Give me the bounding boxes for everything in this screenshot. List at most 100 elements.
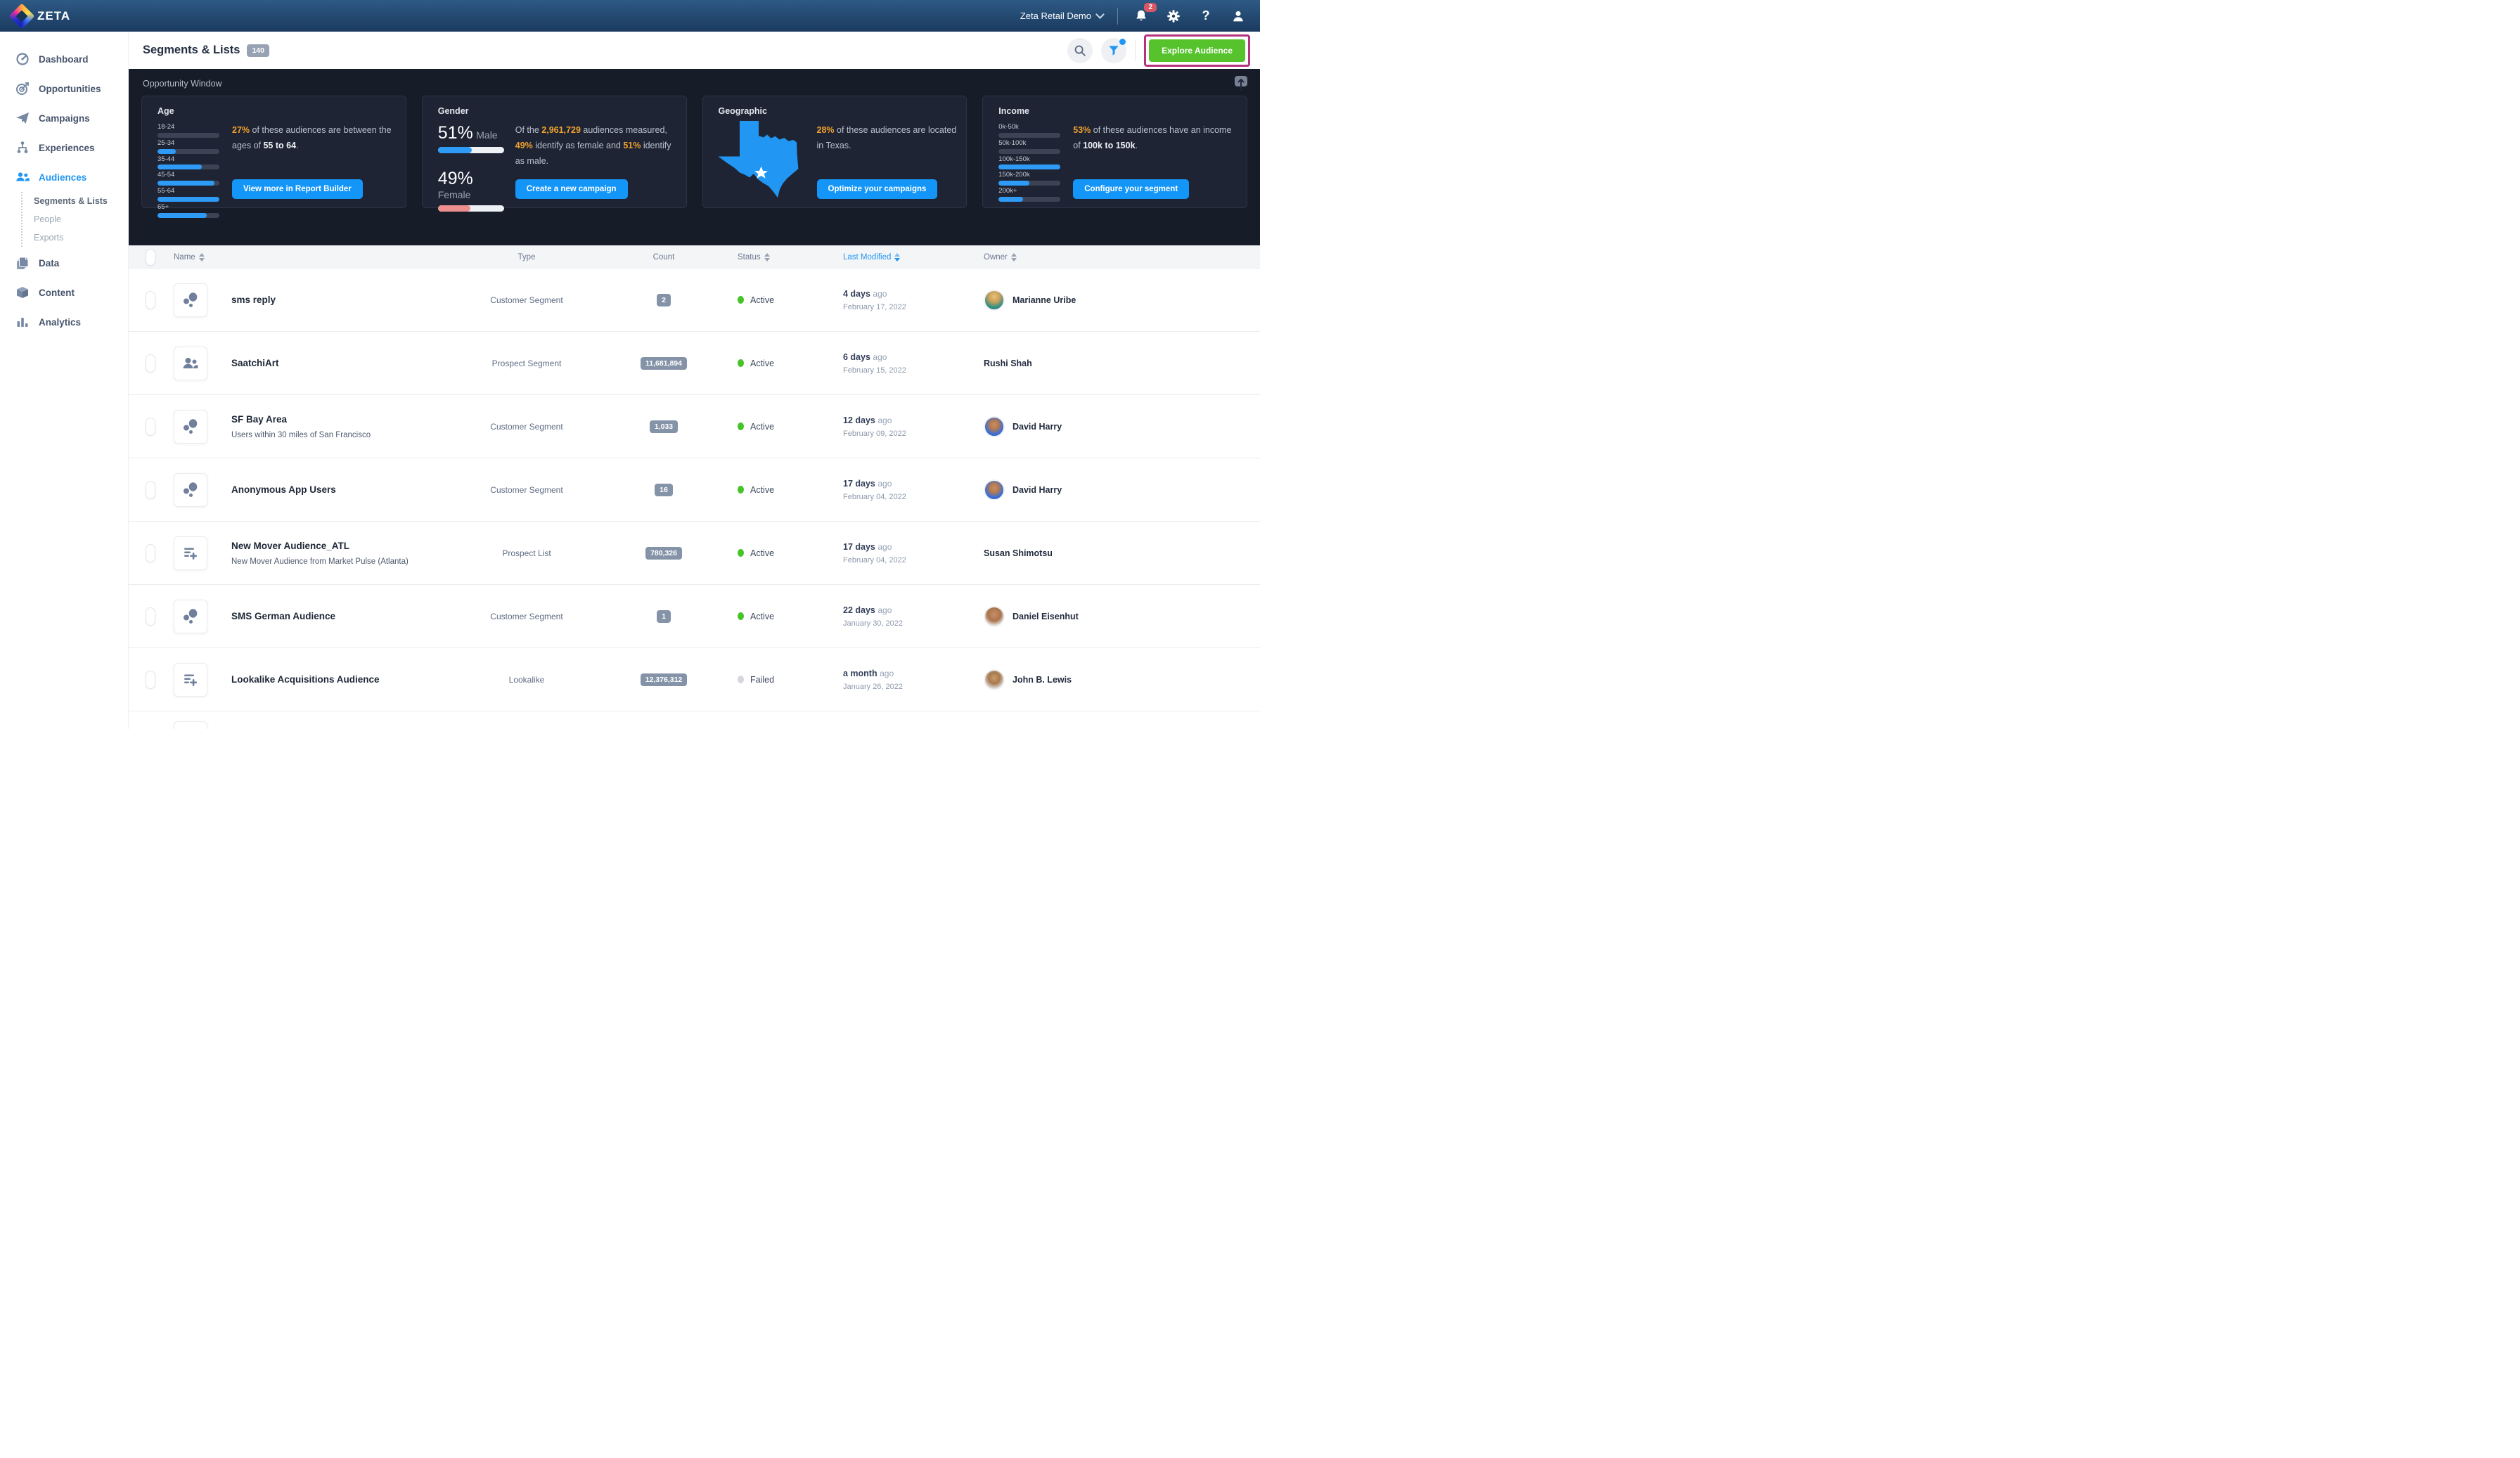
age-card-title: Age: [158, 106, 174, 116]
top-navbar: ZETA Zeta Retail Demo 2 ?: [0, 0, 1260, 32]
collapse-panel-button[interactable]: [1233, 75, 1249, 91]
dashboard-gauge-icon: [15, 52, 30, 66]
status-dot: [738, 486, 744, 493]
filter-funnel-icon: [1109, 45, 1119, 56]
page-title: Segments & Lists: [143, 44, 240, 56]
table-row[interactable]: sms reply Customer Segment 2 Active 4 da…: [129, 269, 1260, 332]
experiences-flow-icon: [15, 141, 30, 155]
gender-card-title: Gender: [437, 106, 469, 116]
row-checkbox[interactable]: [146, 670, 155, 689]
row-checkbox[interactable]: [146, 480, 155, 499]
table-row[interactable]: New Mover Audience_ATL New Mover Audience…: [129, 522, 1260, 585]
male-bar-fill: [437, 147, 472, 153]
male-label: Male: [476, 129, 498, 141]
table-row[interactable]: SaatchiArt Prospect Segment 11,681,894 A…: [129, 332, 1260, 395]
row-checkbox[interactable]: [146, 543, 155, 562]
column-header-owner[interactable]: Owner: [984, 252, 1243, 262]
column-header-name[interactable]: Name: [174, 252, 224, 262]
sidebar-item-dashboard[interactable]: Dashboard: [0, 44, 128, 74]
last-modified-cell: 17 days ago February 04, 2022: [843, 478, 906, 501]
segment-name[interactable]: Lookalike Acquisitions Audience: [231, 674, 463, 685]
count-badge: 1: [657, 609, 671, 623]
sidebar-item-people[interactable]: People: [34, 210, 128, 228]
last-modified-cell: 12 days ago February 09, 2022: [843, 415, 906, 438]
segment-count-badge: 140: [247, 44, 269, 57]
notifications-button[interactable]: 2: [1132, 2, 1157, 25]
owner-cell: Marianne Uribe: [984, 289, 1243, 311]
sidebar-item-audiences[interactable]: Audiences: [0, 162, 128, 192]
account-switcher[interactable]: Zeta Retail Demo: [1020, 10, 1105, 21]
settings-button[interactable]: [1164, 7, 1183, 25]
row-checkbox[interactable]: [146, 607, 155, 626]
sidebar-item-opportunities[interactable]: Opportunities: [0, 74, 128, 103]
bar-label: 50k-100k: [998, 138, 1027, 147]
select-all-checkbox[interactable]: [146, 248, 155, 266]
column-header-status[interactable]: Status: [738, 252, 843, 262]
sidebar-item-exports[interactable]: Exports: [34, 228, 128, 247]
sidebar: Dashboard Opportunities Campaigns Experi…: [0, 32, 129, 729]
optimize-campaigns-button[interactable]: Optimize your campaigns: [816, 179, 938, 199]
segment-name[interactable]: SMS German Audience: [231, 611, 463, 621]
geographic-card: Geographic 28% of these audiences are lo…: [702, 96, 968, 208]
sort-icon: [1010, 252, 1017, 262]
bar-label: 55-64: [158, 187, 175, 195]
column-header-type[interactable]: Type: [463, 253, 590, 262]
list-plus-icon: [174, 536, 207, 570]
explore-audience-button[interactable]: Explore Audience: [1149, 39, 1245, 62]
bar-fill: [158, 181, 214, 186]
status-dot: [738, 549, 744, 557]
status-dot: [738, 296, 744, 304]
count-badge: 1,033: [649, 420, 679, 433]
table-row[interactable]: SF Bay Area Users within 30 miles of San …: [129, 395, 1260, 458]
segment-name[interactable]: SF Bay Area: [231, 414, 463, 425]
texas-map-icon: [713, 121, 804, 199]
bar-track: [158, 212, 219, 218]
sidebar-item-content[interactable]: Content: [0, 278, 128, 307]
annotation-highlight-box: Explore Audience: [1144, 34, 1250, 67]
segment-name[interactable]: New Mover Audience_ATL: [231, 541, 463, 551]
profile-button[interactable]: [1229, 7, 1247, 25]
zeta-logo[interactable]: ZETA: [8, 3, 71, 29]
sidebar-item-analytics[interactable]: Analytics: [0, 307, 128, 337]
count-badge: 11,681,894: [641, 356, 687, 370]
list-plus-icon: [174, 662, 207, 697]
gear-icon: [1167, 9, 1180, 22]
count-badge: 2: [657, 293, 671, 307]
brand-name: ZETA: [37, 8, 71, 22]
row-checkbox[interactable]: [146, 417, 155, 436]
sort-icon: [894, 252, 901, 262]
row-checkbox[interactable]: [146, 354, 155, 373]
sidebar-item-segments-lists[interactable]: Segments & Lists: [34, 192, 128, 210]
create-campaign-button[interactable]: Create a new campaign: [515, 179, 628, 199]
view-report-builder-button[interactable]: View more in Report Builder: [232, 179, 363, 199]
owner-cell: David Harry: [984, 415, 1243, 437]
bar-fill: [998, 164, 1061, 170]
segment-name[interactable]: sms reply: [231, 295, 463, 305]
table-row[interactable]: SMS German Audience Customer Segment 1 A…: [129, 585, 1260, 648]
table-row[interactable]: [129, 711, 1260, 729]
help-icon: ?: [1202, 8, 1210, 22]
notification-badge: 2: [1144, 2, 1157, 12]
filter-button[interactable]: [1101, 37, 1127, 63]
column-header-last-modified[interactable]: Last Modified: [843, 252, 984, 262]
avatar: [984, 415, 1005, 437]
segment-name[interactable]: SaatchiArt: [231, 358, 463, 368]
table-row[interactable]: Lookalike Acquisitions Audience Lookalik…: [129, 648, 1260, 711]
configure-segment-button[interactable]: Configure your segment: [1073, 179, 1190, 199]
bar-fill: [158, 212, 207, 218]
sidebar-item-data[interactable]: Data: [0, 248, 128, 278]
column-header-count[interactable]: Count: [590, 253, 738, 262]
search-icon: [1074, 45, 1086, 56]
status-dot: [738, 359, 744, 367]
segment-dots-icon: [174, 409, 207, 444]
table-row[interactable]: Anonymous App Users Customer Segment 16 …: [129, 458, 1260, 522]
sidebar-item-experiences[interactable]: Experiences: [0, 133, 128, 162]
male-bar-track: [437, 147, 504, 153]
help-button[interactable]: ?: [1197, 7, 1215, 25]
search-button[interactable]: [1067, 37, 1093, 63]
bar-fill: [998, 197, 1024, 202]
segment-name[interactable]: Anonymous App Users: [231, 484, 463, 495]
sidebar-item-label: Data: [39, 257, 60, 269]
sidebar-item-campaigns[interactable]: Campaigns: [0, 103, 128, 133]
row-checkbox[interactable]: [146, 290, 155, 309]
